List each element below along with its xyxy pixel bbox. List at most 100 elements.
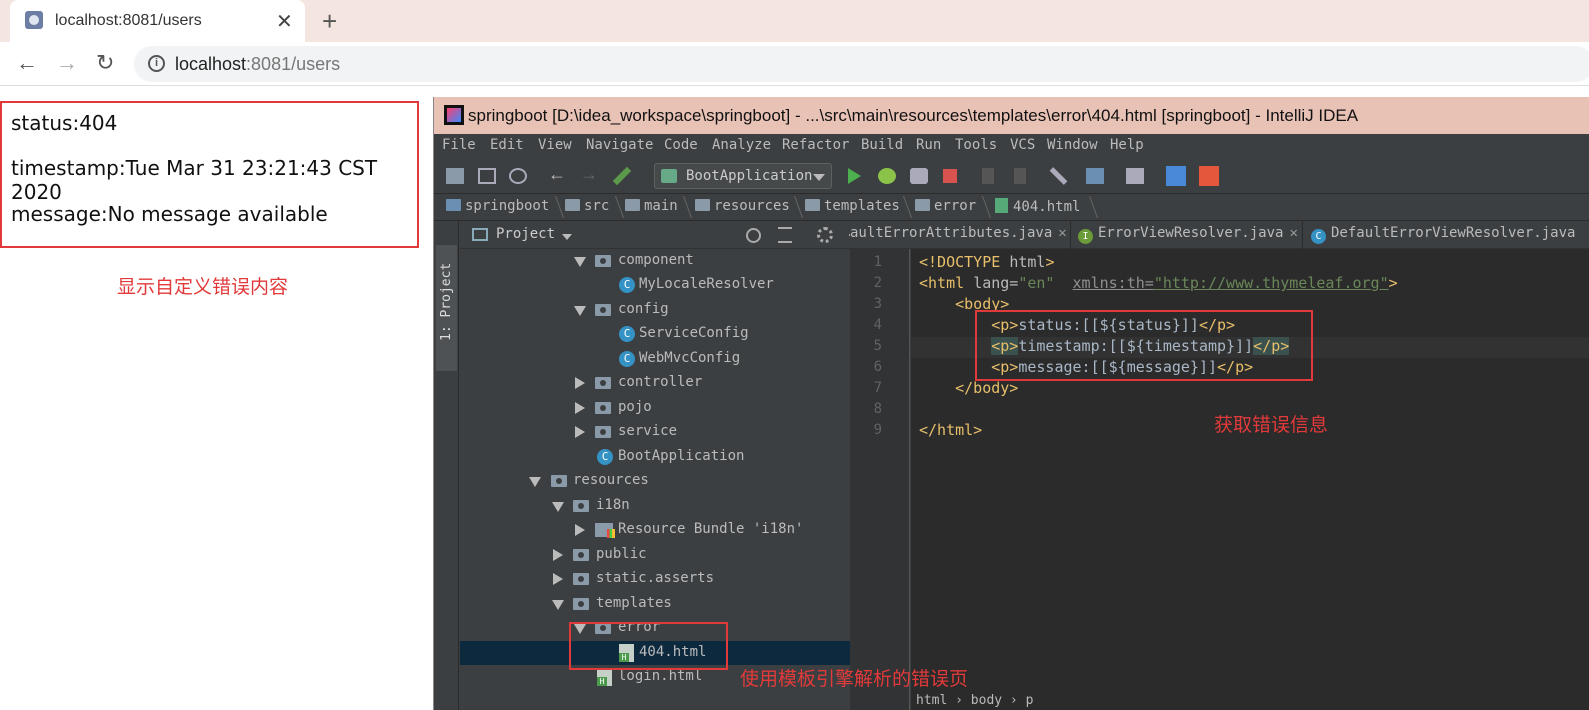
editor-tab-errorattributes[interactable]: aultErrorAttributes.java ✕ (850, 225, 1067, 241)
menu-file[interactable]: File (442, 137, 476, 153)
annotation-custom-error: 显示自定义错误内容 (117, 276, 289, 298)
menu-edit[interactable]: Edit (490, 137, 524, 153)
menu-view[interactable]: View (538, 137, 572, 153)
tree-item-static-asserts[interactable]: static.asserts (460, 567, 850, 591)
menu-analyze[interactable]: Analyze (712, 137, 771, 153)
project-tool-tab-label: 1: Project (439, 262, 454, 341)
tree-toggle-icon[interactable] (575, 426, 585, 438)
tab-close-icon[interactable]: ✕ (276, 9, 293, 34)
reload-button[interactable]: ↻ (96, 50, 114, 76)
tree-toggle-icon[interactable] (575, 377, 585, 389)
tree-toggle-icon[interactable] (552, 502, 564, 512)
error-output-box: status:404 timestamp:Tue Mar 31 23:21:43… (0, 101, 419, 248)
spring-boot-class-icon: C (597, 449, 613, 465)
breadcrumb-error[interactable]: error (915, 198, 976, 214)
menu-navigate[interactable]: Navigate (586, 137, 653, 153)
build-hammer-icon[interactable] (612, 166, 632, 186)
attach-icon[interactable] (982, 168, 994, 184)
editor-gutter: 1 2 3 4 5 6 7 8 9 (850, 249, 939, 710)
sdk-icon[interactable] (1126, 168, 1144, 184)
gear-icon[interactable] (817, 227, 833, 243)
tree-toggle-icon[interactable] (575, 402, 585, 414)
breadcrumb: springboot src main resources templates … (434, 194, 1589, 221)
breadcrumb-main[interactable]: main (625, 198, 678, 214)
tree-item-config[interactable]: config (460, 298, 850, 322)
tree-toggle-icon[interactable] (553, 549, 563, 561)
tree-item-i18n[interactable]: i18n (460, 494, 850, 518)
tree-toggle-icon[interactable] (529, 477, 541, 487)
tree-item-templates[interactable]: templates (460, 592, 850, 616)
browser-tab[interactable]: localhost:8081/users ✕ (10, 0, 305, 42)
tree-item-resource-bundle[interactable]: Resource Bundle 'i18n' (460, 518, 850, 542)
project-tool-tab[interactable]: 1: Project (436, 245, 457, 371)
sync-icon[interactable] (509, 168, 527, 184)
tree-item-serviceconfig[interactable]: C ServiceConfig (460, 322, 850, 346)
breadcrumb-springboot[interactable]: springboot (446, 198, 549, 214)
back-button[interactable]: ← (16, 50, 38, 76)
forward-nav-icon[interactable]: → (580, 164, 598, 184)
forward-button[interactable]: → (56, 50, 78, 76)
menu-window[interactable]: Window (1047, 137, 1098, 153)
back-nav-icon[interactable]: ← (548, 164, 566, 184)
coverage-icon[interactable] (910, 168, 928, 184)
collapse-all-icon[interactable] (778, 227, 792, 243)
run-icon[interactable] (848, 168, 861, 184)
settings-wrench-icon[interactable] (1049, 167, 1068, 185)
project-structure-icon[interactable] (1086, 168, 1104, 184)
close-icon[interactable]: ✕ (1058, 225, 1066, 241)
folder-icon (595, 426, 611, 438)
tree-item-controller[interactable]: controller (460, 371, 850, 395)
tree-item-mylocaleresolver[interactable]: C MyLocaleResolver (460, 273, 850, 297)
menu-vcs[interactable]: VCS (1010, 137, 1035, 153)
tree-toggle-icon[interactable] (552, 600, 564, 610)
line-number: 1 (873, 254, 882, 270)
tree-item-service[interactable]: service (460, 420, 850, 444)
save-icon[interactable] (478, 168, 496, 184)
translate-icon[interactable] (1166, 166, 1186, 186)
editor-tab-defaulterrorviewresolver[interactable]: C DefaultErrorViewResolver.java (1311, 225, 1575, 244)
deploy-icon[interactable] (1014, 168, 1026, 184)
code-line-9: </html> (919, 421, 983, 439)
run-config-label: BootApplication (686, 168, 813, 184)
tree-toggle-icon[interactable] (553, 573, 563, 585)
menu-help[interactable]: Help (1110, 137, 1144, 153)
line-number: 8 (873, 401, 882, 417)
menu-code[interactable]: Code (664, 137, 698, 153)
tree-toggle-icon[interactable] (574, 306, 586, 316)
info-icon[interactable]: i (148, 55, 165, 72)
breadcrumb-resources[interactable]: resources (695, 198, 790, 214)
tree-item-resources[interactable]: resources (460, 469, 850, 493)
open-folder-icon[interactable] (446, 168, 464, 184)
menu-run[interactable]: Run (916, 137, 941, 153)
ide-toolbar: ← → BootApplication (434, 159, 1589, 194)
tree-toggle-icon[interactable] (574, 257, 586, 267)
tree-item-bootapplication[interactable]: C BootApplication (460, 445, 850, 469)
new-tab-button[interactable]: + (322, 6, 337, 37)
project-view-select[interactable]: Project (496, 226, 555, 242)
close-icon[interactable]: ✕ (1289, 225, 1297, 241)
locate-icon[interactable] (746, 228, 761, 243)
chevron-down-icon[interactable] (562, 234, 572, 240)
tree-item-webmvcconfig[interactable]: C WebMvcConfig (460, 347, 850, 371)
stop-icon[interactable] (943, 169, 957, 183)
class-icon: C (1311, 229, 1326, 244)
menu-refactor[interactable]: Refactor (782, 137, 849, 153)
tree-item-pojo[interactable]: pojo (460, 396, 850, 420)
folder-icon (573, 549, 589, 561)
debug-icon[interactable] (878, 168, 896, 184)
project-panel-header: Project (460, 221, 863, 249)
editor-tab-errorviewresolver[interactable]: I ErrorViewResolver.java ✕ (1078, 225, 1298, 244)
tree-item-public[interactable]: public (460, 543, 850, 567)
favicon-icon (25, 11, 43, 29)
class-icon: C (619, 277, 635, 293)
address-bar[interactable]: i localhost:8081/users (134, 46, 1589, 82)
translate-alt-icon[interactable] (1199, 166, 1219, 186)
run-config-select[interactable]: BootApplication (654, 163, 832, 189)
breadcrumb-templates[interactable]: templates (805, 198, 900, 214)
tree-item-component[interactable]: component (460, 249, 850, 273)
breadcrumb-src[interactable]: src (565, 198, 609, 214)
breadcrumb-404-html[interactable]: 404.html (995, 198, 1080, 215)
tree-toggle-icon[interactable] (575, 524, 585, 536)
menu-tools[interactable]: Tools (955, 137, 997, 153)
menu-build[interactable]: Build (861, 137, 903, 153)
